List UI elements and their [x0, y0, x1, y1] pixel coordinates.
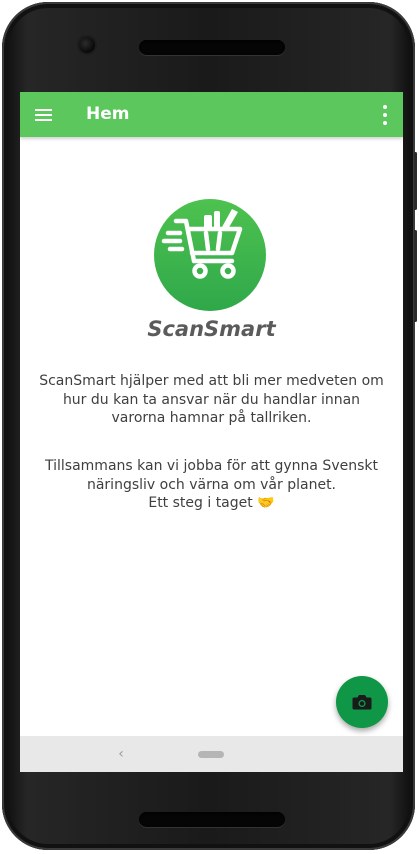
- front-camera: [79, 37, 95, 53]
- app-name-heading: ScanSmart: [147, 317, 276, 341]
- camera-icon: [352, 695, 372, 710]
- page-title: Hem: [86, 104, 130, 124]
- mission-tagline: Ett steg i taget 🤝: [148, 495, 275, 511]
- hamburger-menu-icon[interactable]: [30, 101, 58, 129]
- intro-paragraph: ScanSmart hjälper med att bli mer medvet…: [39, 373, 384, 426]
- mission-paragraph: Tillsammans kan vi jobba för att gynna S…: [34, 457, 389, 513]
- volume-button: [414, 230, 417, 322]
- mission-line: Tillsammans kan vi jobba för att gynna S…: [45, 458, 378, 493]
- system-navigation-bar: ‹: [20, 736, 403, 772]
- more-vertical-icon[interactable]: [377, 103, 393, 127]
- shopping-cart-icon: [161, 209, 243, 279]
- top-speaker-grille: [139, 40, 285, 55]
- bottom-speaker-grille: [139, 812, 285, 827]
- app-bar: Hem: [20, 92, 403, 137]
- phone-frame: Hem ScanSmart ScanSmart hjälper med att …: [2, 2, 417, 850]
- scan-camera-button[interactable]: [336, 676, 388, 728]
- back-chevron-icon[interactable]: ‹: [112, 744, 130, 764]
- power-button: [414, 152, 417, 210]
- home-pill-icon[interactable]: [198, 751, 224, 758]
- app-screen: Hem ScanSmart ScanSmart hjälper med att …: [20, 92, 403, 772]
- app-logo: [154, 199, 266, 311]
